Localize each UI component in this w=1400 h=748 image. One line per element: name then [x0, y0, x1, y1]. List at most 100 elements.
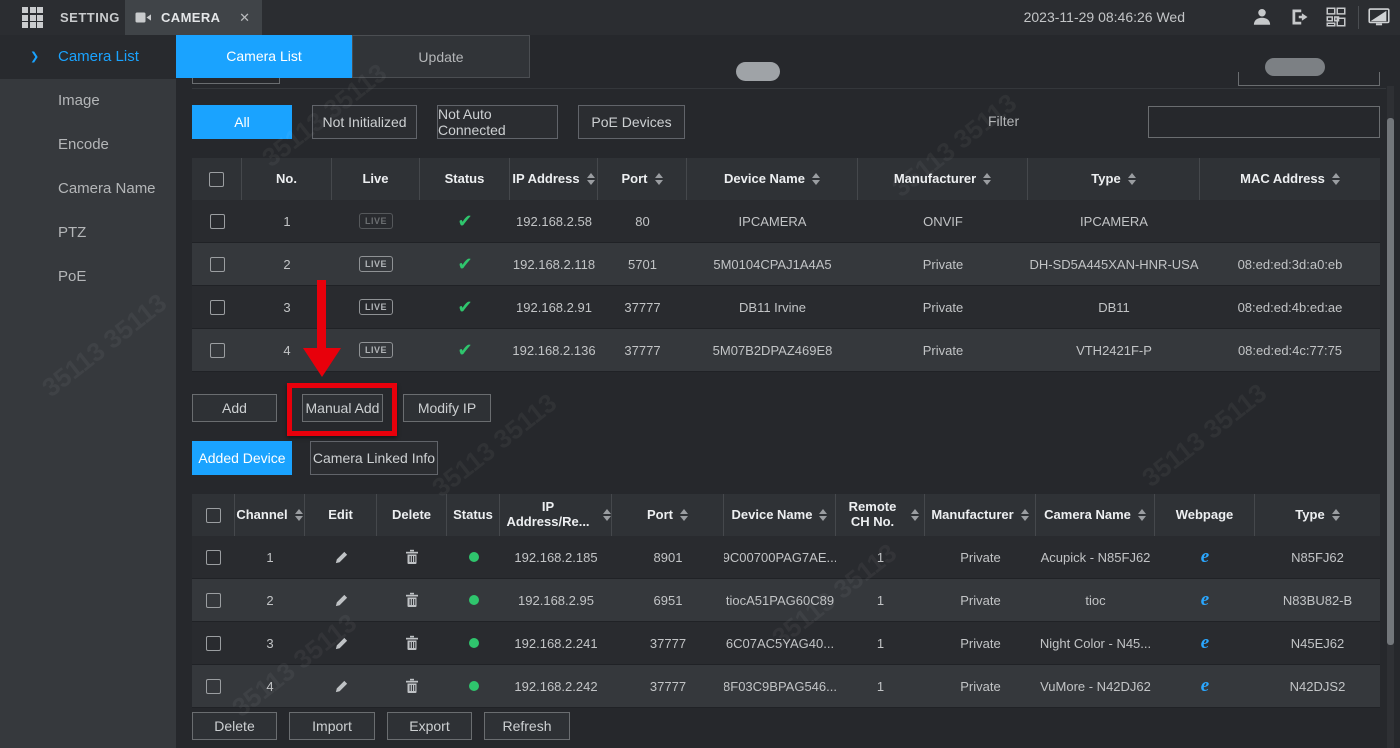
- channel-grid-icon[interactable]: [1326, 7, 1348, 29]
- delete-button[interactable]: Delete: [192, 712, 277, 740]
- add-button[interactable]: Add: [192, 394, 277, 422]
- checkbox[interactable]: [206, 679, 221, 694]
- display-output-icon[interactable]: [1368, 7, 1390, 29]
- edit-pencil-icon[interactable]: [305, 593, 377, 608]
- checkbox[interactable]: [206, 550, 221, 565]
- delete-trash-icon[interactable]: [377, 592, 447, 608]
- logout-icon[interactable]: [1290, 7, 1312, 29]
- col-device-name[interactable]: Device Name: [724, 494, 836, 536]
- col-ip-address[interactable]: IP Address/Re...: [500, 494, 612, 536]
- tab-camera-list[interactable]: Camera List: [176, 35, 352, 78]
- sort-icon: [812, 173, 820, 185]
- checkbox[interactable]: [210, 300, 225, 315]
- cell-manufacturer: Private: [858, 300, 1028, 315]
- camera-linked-info-tab[interactable]: Camera Linked Info: [310, 441, 438, 475]
- cell-port: 37777: [598, 343, 687, 358]
- scrollbar-track[interactable]: [1387, 86, 1394, 748]
- checkbox[interactable]: [210, 343, 225, 358]
- cell-mac: 08:ed:ed:4c:77:75: [1200, 343, 1380, 358]
- webpage-icon[interactable]: e: [1201, 546, 1209, 568]
- col-device-name[interactable]: Device Name: [687, 158, 858, 200]
- cell-device-name: 5M07B2DPAZ469E8: [687, 343, 858, 358]
- clipped-button-right[interactable]: [1238, 72, 1380, 86]
- setting-tab[interactable]: SETTING: [60, 0, 120, 35]
- col-channel[interactable]: Channel: [235, 494, 305, 536]
- edit-pencil-icon[interactable]: [305, 679, 377, 694]
- datetime: 2023-11-29 08:46:26 Wed: [1024, 0, 1185, 35]
- close-icon[interactable]: ✕: [237, 10, 252, 26]
- sidebar-item-ptz[interactable]: PTZ: [0, 211, 176, 255]
- edit-pencil-icon[interactable]: [305, 550, 377, 565]
- checkbox[interactable]: [206, 593, 221, 608]
- camera-window-tab[interactable]: CAMERA ✕: [125, 0, 262, 35]
- select-all-checkbox-cell[interactable]: [192, 494, 235, 536]
- cell-no: 1: [242, 214, 332, 229]
- col-ip-address[interactable]: IP Address: [510, 158, 598, 200]
- added-device-tab[interactable]: Added Device: [192, 441, 292, 475]
- delete-trash-icon[interactable]: [377, 549, 447, 565]
- sort-icon: [1332, 509, 1340, 521]
- webpage-icon[interactable]: e: [1201, 632, 1209, 654]
- filter-all-button[interactable]: All: [192, 105, 292, 139]
- sidebar-item-encode[interactable]: Encode: [0, 123, 176, 167]
- col-remote-ch-no[interactable]: Remote CH No.: [836, 494, 925, 536]
- cell-manufacturer: Private: [925, 593, 1036, 608]
- app-menu-icon[interactable]: [22, 7, 43, 28]
- filter-poe-devices-button[interactable]: PoE Devices: [578, 105, 685, 139]
- col-manufacturer[interactable]: Manufacturer: [858, 158, 1028, 200]
- col-mac-address[interactable]: MAC Address: [1200, 158, 1380, 200]
- select-all-checkbox-cell[interactable]: [192, 158, 242, 200]
- filter-input[interactable]: [1148, 106, 1380, 138]
- scrollbar-thumb[interactable]: [1387, 118, 1394, 645]
- filter-not-initialized-button[interactable]: Not Initialized: [312, 105, 417, 139]
- clipped-toggle-1[interactable]: [736, 62, 780, 81]
- cell-camera-name: Acupick - N85FJ62: [1036, 550, 1155, 565]
- live-badge[interactable]: LIVE: [359, 342, 393, 358]
- sidebar-item-poe[interactable]: PoE: [0, 255, 176, 299]
- col-status: Status: [447, 494, 500, 536]
- col-camera-name[interactable]: Camera Name: [1036, 494, 1155, 536]
- refresh-button[interactable]: Refresh: [484, 712, 570, 740]
- table-header: Channel Edit Delete Status IP Address/Re…: [192, 494, 1380, 536]
- sidebar-item-image[interactable]: Image: [0, 79, 176, 123]
- live-badge[interactable]: LIVE: [359, 256, 393, 272]
- live-badge[interactable]: LIVE: [359, 213, 393, 229]
- checkbox[interactable]: [209, 172, 224, 187]
- checkbox[interactable]: [210, 257, 225, 272]
- modify-ip-button[interactable]: Modify IP: [403, 394, 491, 422]
- export-button[interactable]: Export: [387, 712, 472, 740]
- status-online-dot: [469, 681, 479, 691]
- table-row: 4 LIVE ✔ 192.168.2.136 37777 5M07B2DPAZ4…: [192, 329, 1380, 372]
- delete-trash-icon[interactable]: [377, 678, 447, 694]
- cell-camera-name: Night Color - N45...: [1036, 636, 1155, 651]
- delete-trash-icon[interactable]: [377, 635, 447, 651]
- status-ok-icon: ✔: [457, 211, 472, 232]
- cell-type: N42DJS2: [1255, 679, 1380, 694]
- checkbox[interactable]: [206, 636, 221, 651]
- chevron-right-icon: ❯: [30, 35, 39, 79]
- cell-port: 80: [598, 214, 687, 229]
- discovered-devices-table: No. Live Status IP Address Port Device N…: [192, 158, 1380, 372]
- checkbox[interactable]: [210, 214, 225, 229]
- filter-not-auto-connected-button[interactable]: Not Auto Connected: [437, 105, 558, 139]
- webpage-icon[interactable]: e: [1201, 589, 1209, 611]
- sidebar-item-label: Image: [58, 92, 100, 109]
- import-button[interactable]: Import: [289, 712, 375, 740]
- manual-add-button[interactable]: Manual Add: [302, 394, 383, 422]
- col-port[interactable]: Port: [598, 158, 687, 200]
- checkbox[interactable]: [206, 508, 221, 523]
- col-type[interactable]: Type: [1255, 494, 1380, 536]
- cell-no: 3: [242, 300, 332, 315]
- col-type[interactable]: Type: [1028, 158, 1200, 200]
- col-port[interactable]: Port: [612, 494, 724, 536]
- user-icon[interactable]: [1252, 7, 1274, 29]
- tab-update[interactable]: Update: [352, 35, 530, 78]
- col-webpage: Webpage: [1155, 494, 1255, 536]
- webpage-icon[interactable]: e: [1201, 675, 1209, 697]
- cell-mac: 08:ed:ed:4b:ed:ae: [1200, 300, 1380, 315]
- sidebar-item-camera-name[interactable]: Camera Name: [0, 167, 176, 211]
- live-badge[interactable]: LIVE: [359, 299, 393, 315]
- edit-pencil-icon[interactable]: [305, 636, 377, 651]
- sidebar-item-camera-list[interactable]: ❯ Camera List: [0, 35, 176, 79]
- col-manufacturer[interactable]: Manufacturer: [925, 494, 1036, 536]
